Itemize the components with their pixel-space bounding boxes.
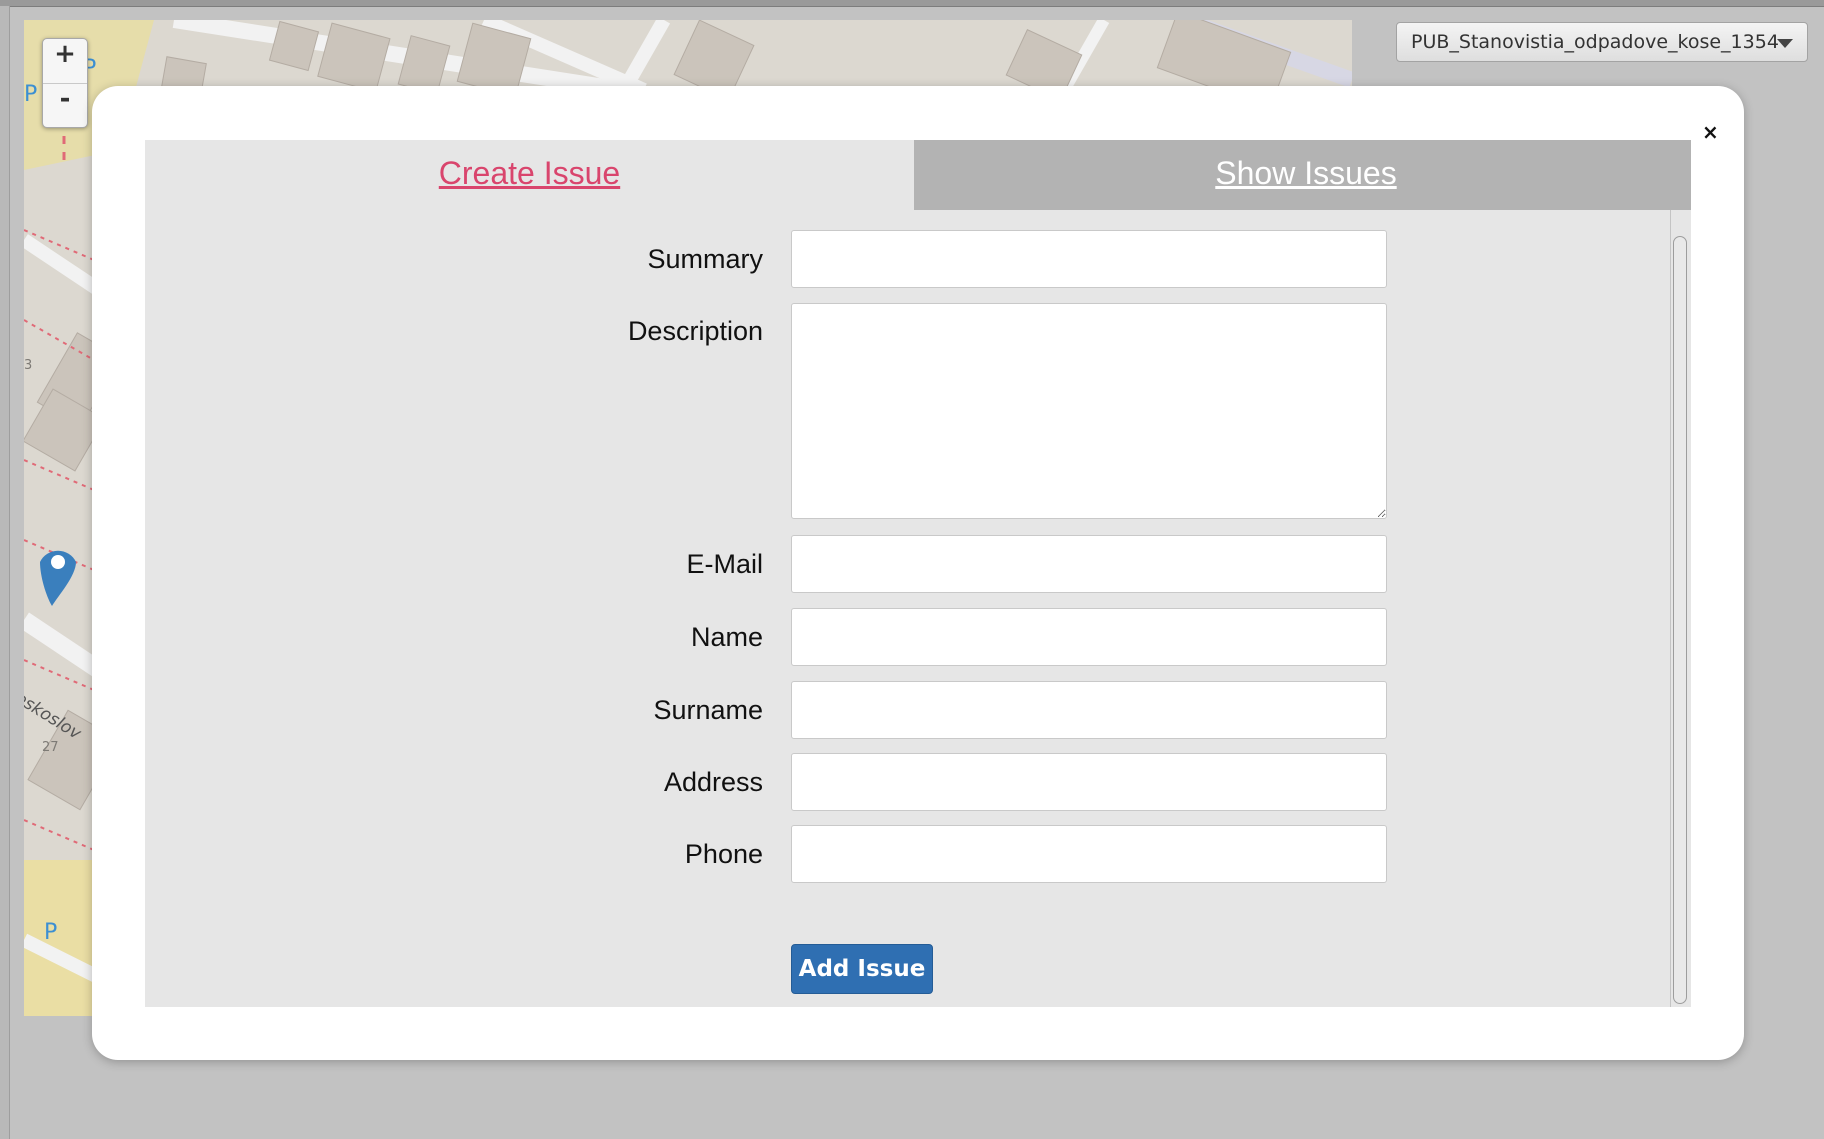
phone-input[interactable] <box>791 825 1387 883</box>
address-label: Address <box>663 767 763 797</box>
chevron-down-icon <box>1777 39 1793 48</box>
description-label: Description <box>627 316 763 346</box>
zoom-control: + - <box>42 38 88 128</box>
map-marker-icon[interactable] <box>38 540 78 606</box>
address-input[interactable] <box>791 753 1387 811</box>
surname-label: Surname <box>653 695 763 725</box>
summary-label: Summary <box>647 244 763 274</box>
description-textarea[interactable] <box>791 303 1387 519</box>
zoom-in-button[interactable]: + <box>43 39 87 83</box>
zoom-out-button[interactable]: - <box>43 83 87 127</box>
parking-label: P <box>44 920 58 945</box>
parking-label: P <box>24 82 38 107</box>
tab-create-issue[interactable]: Create Issue <box>145 140 914 216</box>
summary-input[interactable] <box>791 230 1387 288</box>
window-top-border <box>0 0 1824 7</box>
add-issue-button[interactable]: Add Issue <box>791 944 933 994</box>
email-input[interactable] <box>791 535 1387 593</box>
phone-label: Phone <box>684 839 763 869</box>
house-number-label: 27 <box>42 740 59 755</box>
surname-input[interactable] <box>791 681 1387 739</box>
name-input[interactable] <box>791 608 1387 666</box>
tab-show-issues-label[interactable]: Show Issues <box>1215 155 1396 192</box>
name-label: Name <box>690 622 763 652</box>
close-button[interactable]: × <box>1702 120 1719 144</box>
window-left-border <box>0 6 10 1139</box>
email-label: E-Mail <box>686 549 763 579</box>
layer-select[interactable]: PUB_Stanovistia_odpadove_kose_1354 <box>1396 22 1808 62</box>
scrollbar-thumb[interactable] <box>1673 236 1687 1004</box>
layer-select-value: PUB_Stanovistia_odpadove_kose_1354 <box>1411 31 1779 53</box>
tab-show-issues[interactable]: Show Issues <box>921 140 1691 210</box>
house-number-label: 3 <box>24 358 33 373</box>
tab-create-issue-label[interactable]: Create Issue <box>439 155 620 192</box>
